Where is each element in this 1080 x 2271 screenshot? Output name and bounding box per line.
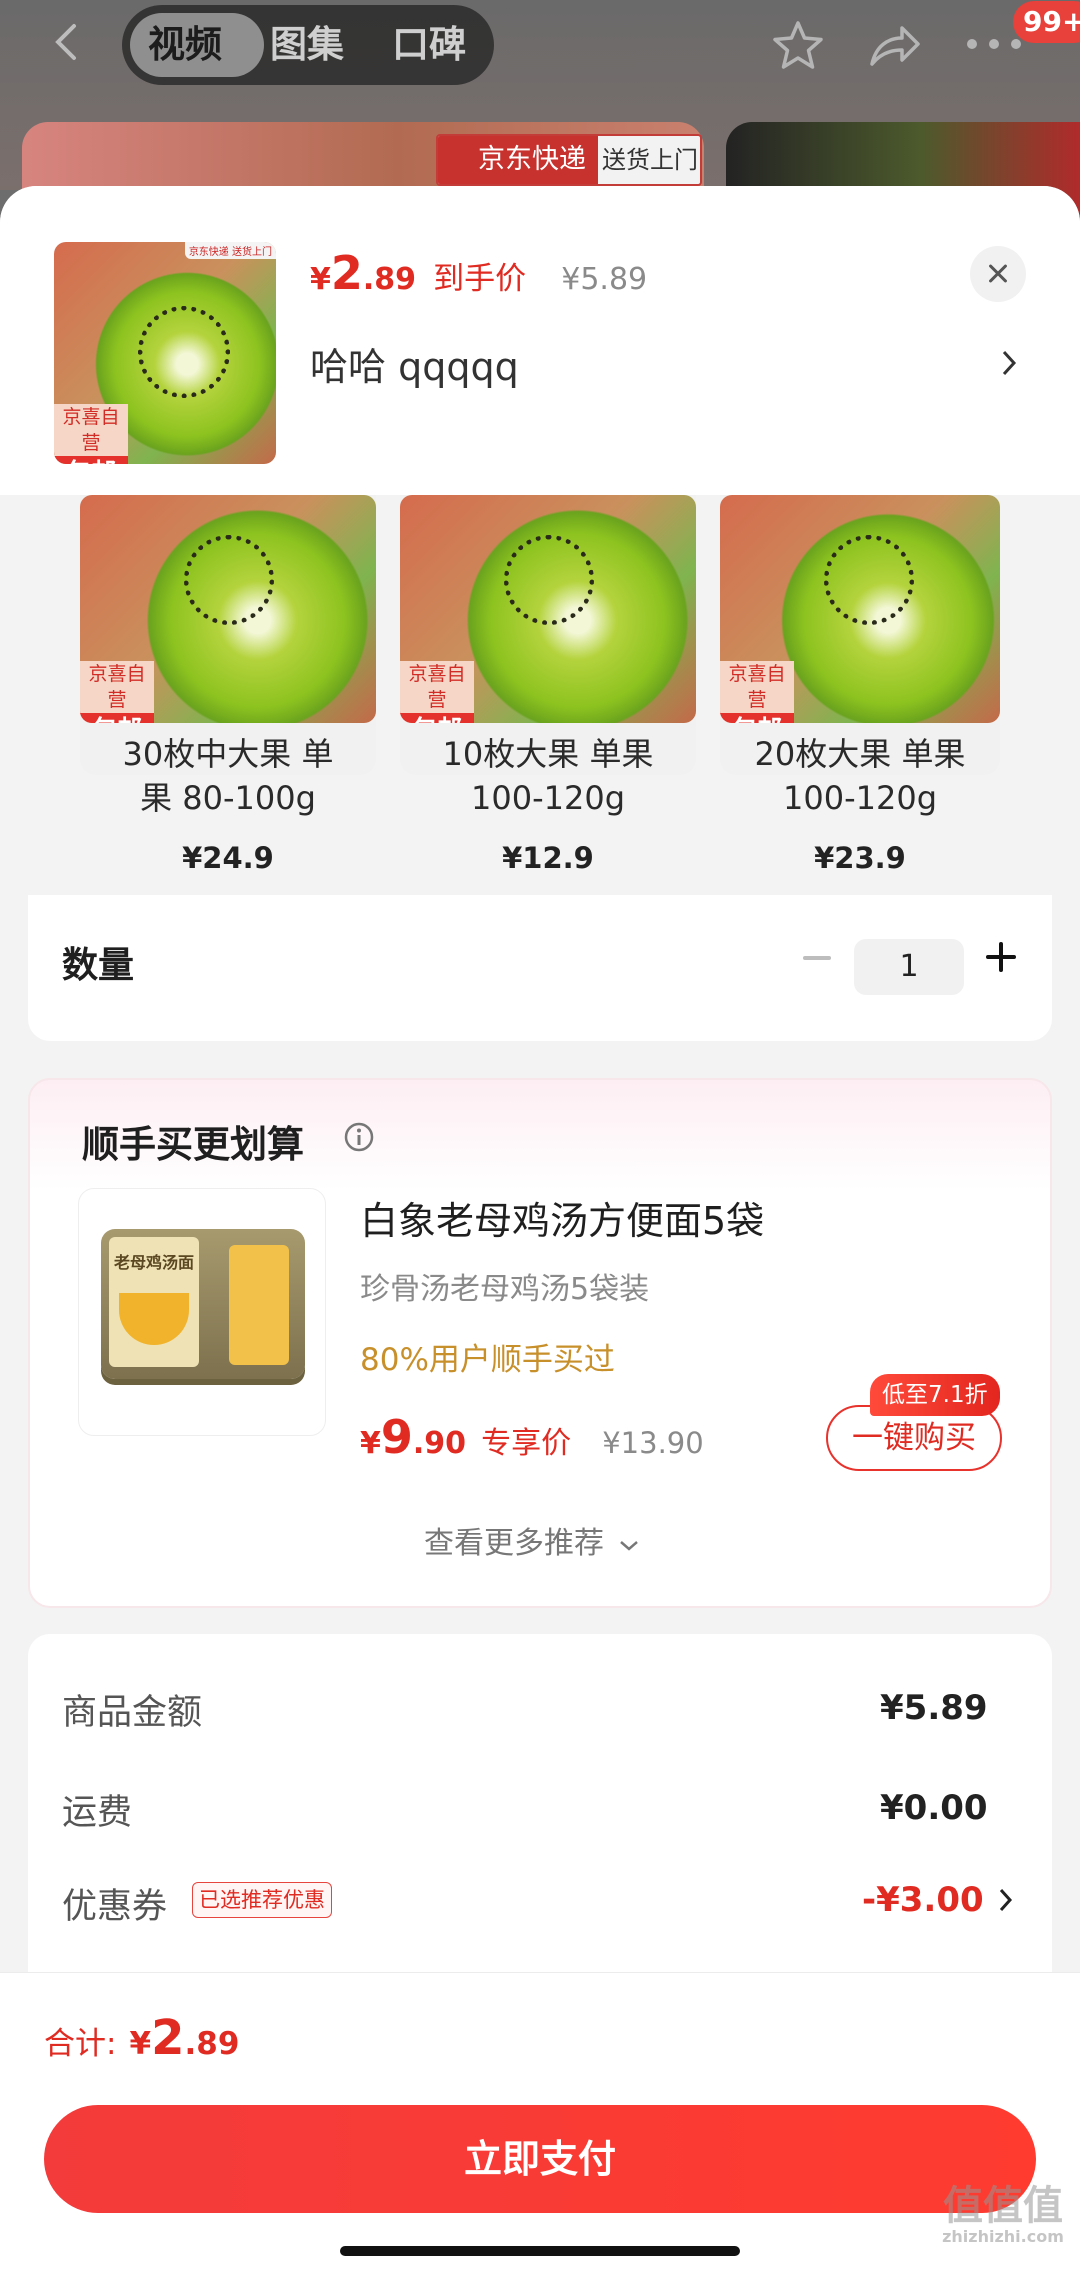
product-thumbnail: 京东快递 送货上门 京喜自营 包邮 (54, 242, 276, 464)
sku-price: ¥24.9 (182, 841, 274, 875)
exclusive-price-label: 专享价 (481, 1426, 572, 1461)
close-button[interactable] (970, 246, 1026, 302)
shipping-label: 运费 (62, 1793, 133, 1833)
chevron-right-icon[interactable] (998, 1886, 1014, 1914)
chevron-down-icon (619, 1541, 638, 1551)
sku-image: 京喜自营包邮 (80, 495, 376, 723)
delivery-service: 送货上门 (602, 146, 698, 174)
quantity-decrease-button[interactable] (803, 956, 831, 960)
watermark: 值值值 zhizhizhi.com (942, 2183, 1064, 2246)
media-tab-switcher: 视频 图集 口碑 (122, 5, 494, 85)
home-indicator (340, 2246, 740, 2256)
more-recommendations-link[interactable]: 查看更多推荐 (424, 1518, 640, 1562)
recommend-product-subtitle: 珍骨汤老母鸡汤5袋装 (360, 1272, 650, 1307)
thumbnail-jd-tag: 京喜自营 包邮 (54, 404, 128, 464)
pay-now-button[interactable]: 立即支付 (44, 2105, 1036, 2213)
more-icon[interactable] (964, 36, 1024, 52)
total-amount: 合计: ¥2.89 (44, 2010, 240, 2066)
notification-badge: 99+ (1013, 1, 1080, 43)
chevron-right-icon[interactable] (1000, 348, 1018, 378)
selected-variant: 哈哈 qqqqq (310, 345, 519, 389)
coupon-label: 优惠券 (62, 1887, 168, 1927)
delivery-brand: 京东快递 (438, 136, 598, 184)
quantity-label: 数量 (62, 945, 135, 986)
sku-name: 20枚大果 单果 100-120g (754, 735, 966, 817)
product-price-row: ¥2.89 到手价 ¥5.89 (310, 246, 647, 306)
social-proof-text: 80%用户顺手买过 (360, 1342, 615, 1378)
product-header: 京东快递 送货上门 京喜自营 包邮 ¥2.89 到手价 ¥5.89 哈哈 qqq… (0, 186, 1080, 495)
original-price: ¥5.89 (561, 262, 648, 297)
share-icon[interactable] (866, 18, 922, 74)
tab-gallery[interactable]: 图集 (270, 5, 344, 85)
goods-amount-label: 商品金额 (62, 1693, 203, 1733)
recommend-price-row: ¥9.90 专享价 ¥13.90 (360, 1410, 704, 1464)
sku-image: 京喜自营包邮 (400, 495, 696, 723)
discount-badge: 低至7.1折 (870, 1374, 1000, 1416)
price-currency: ¥ (310, 262, 331, 297)
sku-image: 京喜自营包邮 (720, 495, 1000, 723)
sku-name: 30枚中大果 单果 80-100g (122, 735, 334, 817)
sku-price: ¥12.9 (502, 841, 594, 875)
tab-reviews[interactable]: 口碑 (392, 5, 466, 85)
sku-jd-tag: 京喜自营包邮 (80, 661, 154, 723)
thumbnail-corner-tag: 京东快递 送货上门 (184, 242, 276, 259)
sku-jd-tag: 京喜自营包邮 (400, 661, 474, 723)
price-label: 到手价 (433, 261, 527, 297)
recommend-title: 顺手买更划算 (82, 1123, 304, 1166)
total-label: 合计: (44, 2026, 117, 2062)
coupon-recommend-tag: 已选推荐优惠 (192, 1882, 332, 1918)
info-icon[interactable] (344, 1122, 374, 1152)
star-icon[interactable] (770, 18, 826, 74)
recommend-product-image: 老母鸡汤面 (78, 1188, 326, 1436)
recommend-product-title[interactable]: 白象老母鸡汤方便面5袋 (360, 1190, 764, 1245)
quantity-input[interactable]: 1 (854, 939, 964, 995)
sku-name: 10枚大果 单果 100-120g (442, 735, 654, 817)
shipping-value: ¥0.00 (880, 1788, 988, 1828)
recommend-original-price: ¥13.90 (602, 1426, 704, 1460)
price-decimal: .89 (362, 262, 417, 297)
back-arrow-icon[interactable] (48, 22, 88, 62)
tab-video[interactable]: 视频 (148, 5, 222, 85)
quantity-increase-button[interactable] (986, 942, 1016, 972)
sku-price: ¥23.9 (814, 841, 906, 875)
coupon-value[interactable]: -¥3.00 (862, 1880, 984, 1920)
delivery-tag: 京东快递 送货上门 (436, 134, 702, 186)
goods-amount-value: ¥5.89 (880, 1688, 988, 1728)
sku-jd-tag: 京喜自营包邮 (720, 661, 794, 723)
price-integer: 2 (330, 246, 363, 300)
